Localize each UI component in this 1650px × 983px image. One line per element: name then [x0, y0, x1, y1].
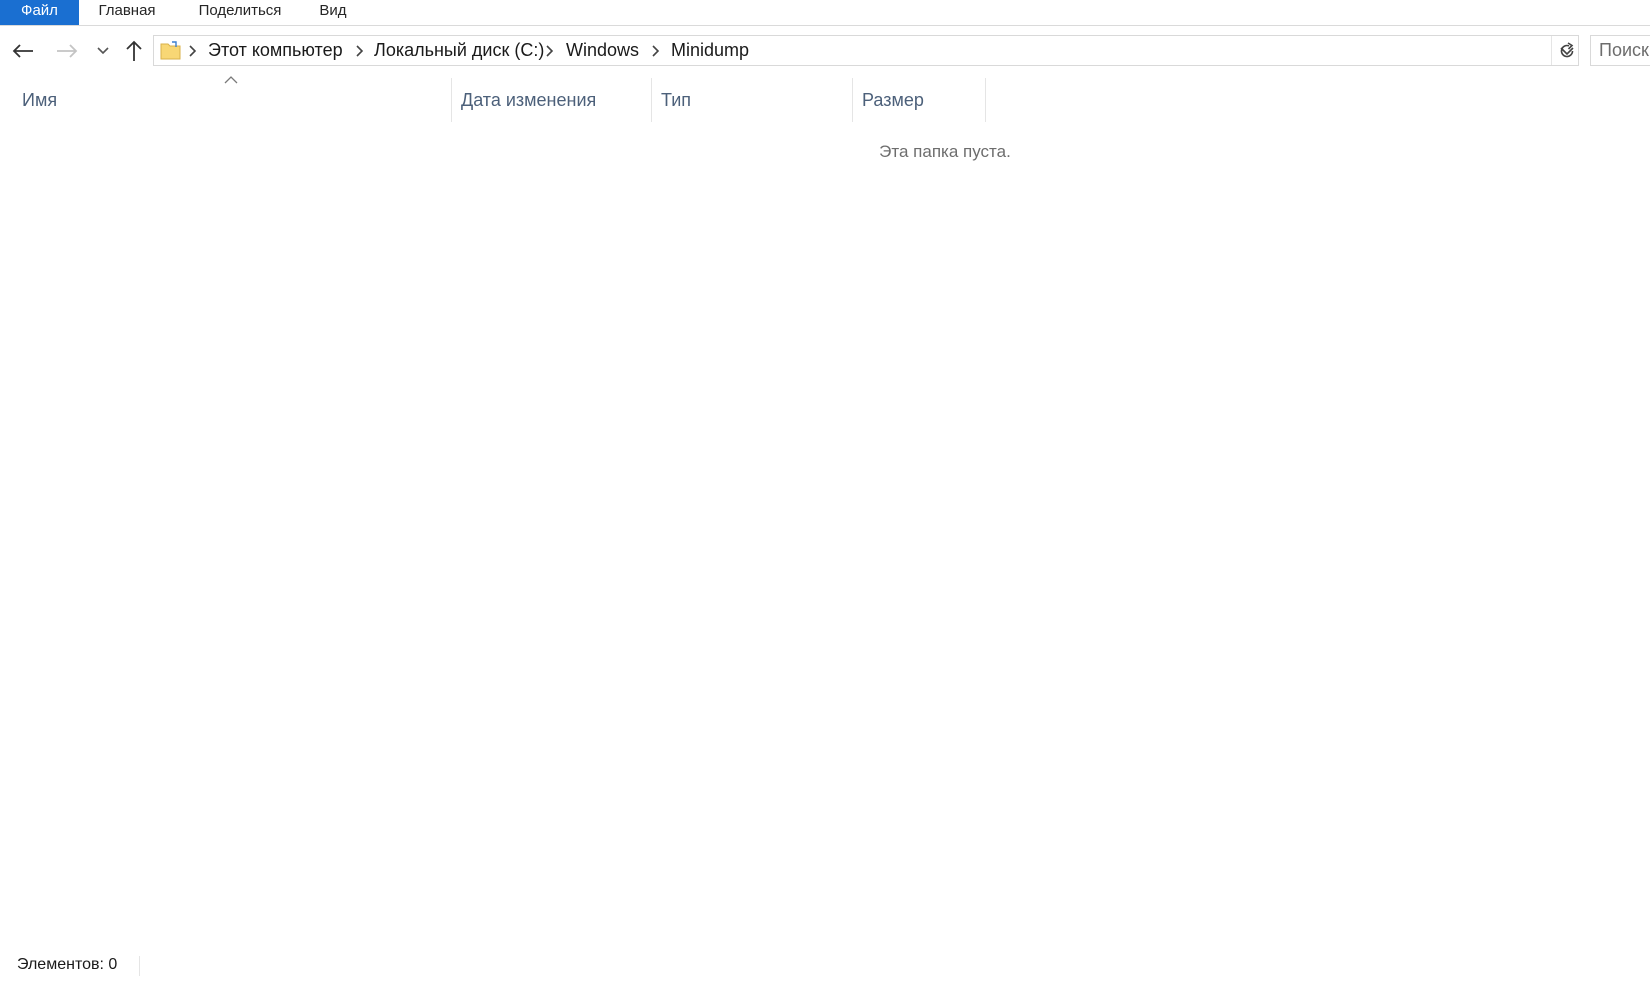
navigation-bar: Этот компьютер Локальный диск (C:) Windo…	[0, 26, 1650, 78]
arrow-left-icon	[12, 44, 33, 58]
status-bar: Элементов: 0	[0, 950, 1650, 983]
tab-view[interactable]: Вид	[310, 0, 356, 25]
ribbon-tabs: Файл Главная Поделиться Вид	[0, 0, 1650, 26]
chevron-right-icon	[546, 45, 554, 57]
item-count: Элементов: 0	[17, 956, 118, 973]
breadcrumb-windows[interactable]: Windows	[566, 36, 639, 65]
forward-button[interactable]	[52, 36, 82, 66]
status-divider	[139, 956, 140, 976]
arrow-up-icon	[126, 40, 142, 61]
chevron-down-icon	[97, 47, 109, 55]
file-explorer-window: Файл Главная Поделиться Вид Этот компьют…	[0, 0, 1650, 983]
breadcrumb-this-pc[interactable]: Этот компьютер	[208, 36, 343, 65]
empty-folder-message: Эта папка пуста.	[879, 142, 1011, 161]
chevron-right-icon	[652, 45, 660, 57]
chevron-right-icon	[189, 45, 197, 57]
folder-icon	[160, 41, 181, 60]
tab-file[interactable]: Файл	[0, 0, 79, 25]
recent-locations-button[interactable]	[89, 36, 117, 66]
breadcrumb-local-disk[interactable]: Локальный диск (C:)	[374, 36, 544, 65]
column-header-size[interactable]: Размер	[852, 78, 986, 122]
arrow-right-icon	[57, 44, 78, 58]
column-header-name[interactable]: Имя	[13, 78, 451, 122]
back-button[interactable]	[8, 36, 38, 66]
up-button[interactable]	[119, 36, 149, 66]
chevron-right-icon	[356, 45, 364, 57]
address-bar[interactable]: Этот компьютер Локальный диск (C:) Windo…	[153, 35, 1579, 66]
tab-share[interactable]: Поделиться	[190, 0, 290, 25]
breadcrumb-minidump[interactable]: Minidump	[671, 36, 749, 65]
search-input[interactable]: Поиск	[1590, 35, 1650, 66]
column-header-date-modified[interactable]: Дата изменения	[451, 78, 651, 122]
column-header-type[interactable]: Тип	[651, 78, 852, 122]
refresh-icon	[1560, 41, 1574, 57]
tab-home[interactable]: Главная	[92, 0, 162, 25]
refresh-button[interactable]	[1551, 36, 1582, 65]
